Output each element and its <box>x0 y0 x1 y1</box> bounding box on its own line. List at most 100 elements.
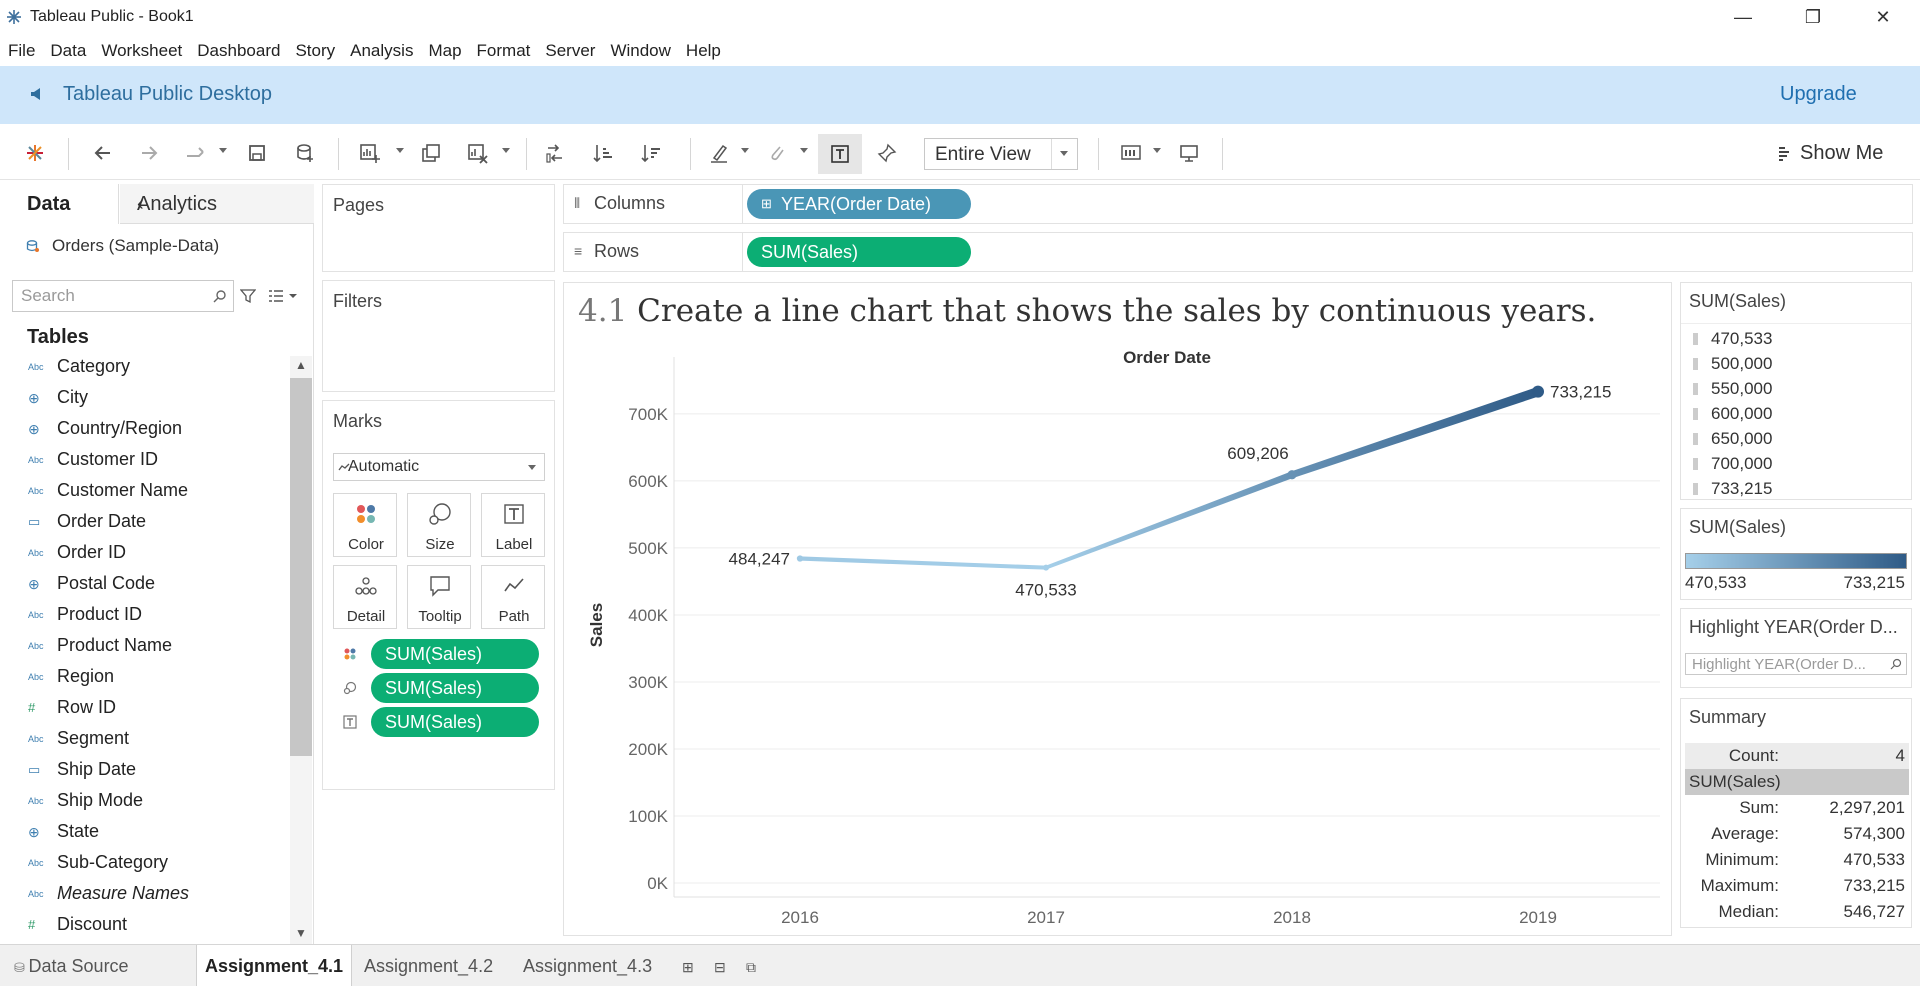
field-item[interactable]: ▭ Ship Date <box>0 755 290 786</box>
highlight-dropdown-icon[interactable] <box>741 148 749 153</box>
highlight-icon[interactable] <box>708 142 730 166</box>
tab-data[interactable]: Data <box>0 184 119 224</box>
new-worksheet-tab-icon[interactable]: ⊞ <box>682 959 694 976</box>
upgrade-link[interactable]: Upgrade <box>1780 83 1857 106</box>
fix-axes-pin-icon[interactable] <box>876 142 898 166</box>
detail-button[interactable]: Detail <box>333 565 397 629</box>
redo-icon[interactable] <box>138 142 160 166</box>
search-icon[interactable] <box>1890 658 1902 670</box>
menu-worksheet[interactable]: Worksheet <box>93 38 189 64</box>
pages-card[interactable]: Pages <box>322 184 555 272</box>
field-list-scrollbar[interactable]: ▲ ▼ <box>290 356 312 944</box>
replay-dropdown-icon[interactable] <box>219 148 227 153</box>
label-button[interactable]: Label <box>481 493 545 557</box>
sheet-tab-assignment-4-1[interactable]: Assignment_4.1 <box>196 945 352 986</box>
rows-shelf[interactable]: ≡ Rows SUM(Sales) <box>563 232 1913 272</box>
color-button[interactable]: Color <box>333 493 397 557</box>
tab-analytics[interactable]: Analytics ‹ <box>120 184 314 224</box>
search-input[interactable] <box>21 286 201 306</box>
field-item[interactable]: # Row ID <box>0 693 290 724</box>
scroll-up-icon[interactable]: ▲ <box>295 358 307 372</box>
color-ramp[interactable] <box>1685 553 1907 569</box>
view-options-icon[interactable] <box>268 288 298 304</box>
path-button[interactable]: Path <box>481 565 545 629</box>
close-button[interactable]: ✕ <box>1860 4 1906 30</box>
scroll-thumb[interactable] <box>290 378 312 756</box>
field-item[interactable]: Abc Sub-Category <box>0 848 290 879</box>
sort-ascending-icon[interactable] <box>592 142 614 166</box>
sheet-tab-assignment-4-3[interactable]: Assignment_4.3 <box>523 945 652 986</box>
field-item[interactable]: ⊕ Postal Code <box>0 569 290 600</box>
data-point[interactable] <box>1287 470 1297 480</box>
collapse-pane-icon[interactable]: ‹ <box>137 193 306 216</box>
tooltip-button[interactable]: Tooltip <box>407 565 471 629</box>
group-members-icon[interactable] <box>766 142 788 166</box>
size-button[interactable]: Size <box>407 493 471 557</box>
line-segment[interactable] <box>1046 471 1292 570</box>
clear-sheet-icon[interactable] <box>466 142 488 166</box>
sales-size-pill[interactable]: SUM(Sales) <box>371 673 539 703</box>
new-worksheet-icon[interactable] <box>358 142 380 166</box>
filter-icon[interactable] <box>240 288 256 304</box>
data-point[interactable] <box>796 555 804 562</box>
group-dropdown-icon[interactable] <box>800 148 808 153</box>
field-item[interactable]: Abc Customer Name <box>0 476 290 507</box>
field-item[interactable]: ⊕ City <box>0 383 290 414</box>
sales-color-pill[interactable]: SUM(Sales) <box>371 639 539 669</box>
restore-button[interactable]: ❐ <box>1790 4 1836 30</box>
replay-icon[interactable] <box>184 142 206 166</box>
menu-story[interactable]: Story <box>287 38 342 64</box>
field-item[interactable]: Abc Order ID <box>0 538 290 569</box>
chevron-down-icon[interactable] <box>528 465 536 470</box>
scroll-down-icon[interactable]: ▼ <box>295 926 307 940</box>
field-item[interactable]: Abc Segment <box>0 724 290 755</box>
menu-window[interactable]: Window <box>602 38 677 64</box>
menu-map[interactable]: Map <box>420 38 468 64</box>
sort-descending-icon[interactable] <box>640 142 662 166</box>
menu-file[interactable]: File <box>0 38 42 64</box>
sheet-tab-assignment-4-2[interactable]: Assignment_4.2 <box>364 945 493 986</box>
show-cards-dropdown-icon[interactable] <box>1153 148 1161 153</box>
menu-dashboard[interactable]: Dashboard <box>189 38 287 64</box>
menu-server[interactable]: Server <box>537 38 602 64</box>
field-item[interactable]: ▭ Order Date <box>0 507 290 538</box>
line-segment[interactable] <box>1292 386 1538 479</box>
menu-help[interactable]: Help <box>678 38 728 64</box>
search-icon[interactable] <box>213 289 227 303</box>
highlighter-field[interactable] <box>1685 653 1907 675</box>
show-me-button[interactable]: Show Me <box>1778 142 1883 165</box>
undo-icon[interactable] <box>92 142 114 166</box>
presentation-mode-icon[interactable] <box>1178 142 1200 166</box>
datasource-item[interactable]: Orders (Sample-Data) <box>26 236 219 256</box>
new-data-source-icon[interactable] <box>294 142 316 166</box>
show-cards-icon[interactable] <box>1120 142 1144 166</box>
sum-sales-pill[interactable]: SUM(Sales) <box>747 237 971 267</box>
field-item[interactable]: Abc Ship Mode <box>0 786 290 817</box>
clear-dropdown-icon[interactable] <box>502 148 510 153</box>
swap-rows-columns-icon[interactable] <box>544 142 566 166</box>
show-mark-labels-button[interactable] <box>818 134 862 174</box>
data-source-tab[interactable]: ⛁ Data Source <box>14 945 129 986</box>
worksheet-view[interactable]: 4.1 Create a line chart that shows the s… <box>563 282 1672 936</box>
tableau-home-icon[interactable] <box>24 142 46 166</box>
field-item[interactable]: Abc Measure Names <box>0 879 290 910</box>
expand-plus-icon[interactable]: ⊞ <box>761 189 772 219</box>
year-order-date-pill[interactable]: ⊞ YEAR(Order Date) <box>747 189 971 219</box>
line-segment[interactable] <box>800 556 1046 570</box>
menu-analysis[interactable]: Analysis <box>342 38 420 64</box>
data-point[interactable] <box>1532 385 1544 398</box>
menu-data[interactable]: Data <box>42 38 93 64</box>
field-item[interactable]: # Discount <box>0 910 290 941</box>
sales-label-pill[interactable]: SUM(Sales) <box>371 707 539 737</box>
field-item[interactable]: ⊕ Country/Region <box>0 414 290 445</box>
field-item[interactable]: Abc Region <box>0 662 290 693</box>
data-point[interactable] <box>1043 564 1049 571</box>
line-chart[interactable]: Order Date Sales 0K 100K 200K 300K 400K 500K 600… <box>564 283 1673 937</box>
filters-card[interactable]: Filters <box>322 280 555 392</box>
fit-select[interactable]: Entire View <box>924 138 1078 170</box>
mark-type-select[interactable]: Automatic <box>333 453 545 481</box>
minimize-button[interactable]: — <box>1720 4 1766 30</box>
field-item[interactable]: Abc Customer ID <box>0 445 290 476</box>
highlighter-input[interactable] <box>1692 656 1882 673</box>
duplicate-icon[interactable] <box>420 142 442 166</box>
